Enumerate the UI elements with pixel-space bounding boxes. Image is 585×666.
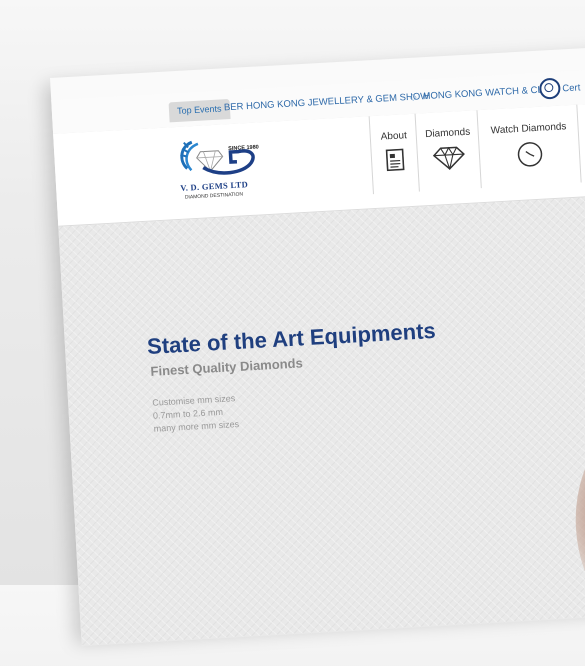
nav-item-about[interactable]: About	[369, 114, 420, 195]
logo-tagline: DIAMOND DESTINATION	[185, 191, 243, 200]
event-link-watch-show[interactable]: HONG KONG WATCH & CLOC	[423, 84, 557, 102]
diamond-icon: ◇	[409, 92, 417, 103]
hero-subtitle: Finest Quality Diamonds	[150, 355, 303, 378]
main-nav: About Diamonds	[369, 116, 374, 208]
logo-emblem-icon	[172, 134, 266, 185]
nav-item-label: Watch Diamonds	[478, 121, 578, 138]
top-events-tab[interactable]: Top Events	[169, 99, 231, 122]
hero-title: State of the Art Equipments	[146, 318, 436, 360]
company-logo[interactable]: SINCE 1980 V. D. GEMS LTD DIAMOND DESTIN…	[172, 134, 268, 205]
clock-icon	[516, 141, 544, 173]
hero-banner: State of the Art Equipments Finest Quali…	[58, 192, 585, 646]
diamond-icon	[432, 145, 466, 176]
website-page: Top Events BER HONG KONG JEWELLERY & GEM…	[50, 43, 585, 637]
nav-item-watch-diamonds[interactable]: Watch Diamonds	[476, 105, 581, 189]
nav-item-diamonds[interactable]: Diamonds	[415, 110, 482, 191]
cert-link[interactable]: Cert	[562, 82, 581, 94]
nav-item-label: About	[371, 130, 418, 144]
hero-feature-line: Customise mm sizes	[152, 393, 235, 408]
nav-item-label: Diamonds	[416, 126, 479, 140]
certificate-icon	[539, 78, 561, 100]
document-icon	[386, 148, 405, 176]
hero-product-image	[570, 410, 585, 639]
event-link-jewellery-show[interactable]: BER HONG KONG JEWELLERY & GEM SHOW	[224, 91, 430, 113]
hero-feature-line: 0.7mm to 2.6 mm	[153, 407, 223, 421]
hero-feature-line: many more mm sizes	[153, 419, 239, 434]
